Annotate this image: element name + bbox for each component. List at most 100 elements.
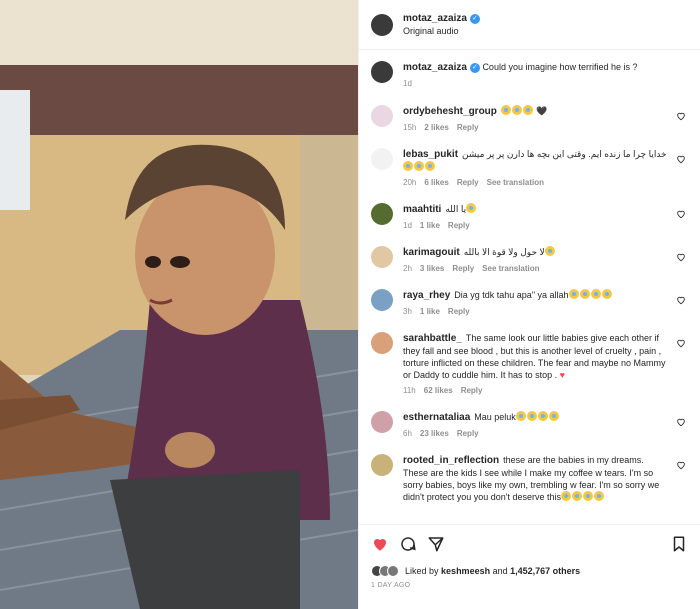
comments-list[interactable]: motaz_azaiza ✓ Could you imagine how ter… <box>359 51 700 524</box>
comment-text: Mau peluk <box>474 412 516 422</box>
comment-item: maahtiti يا الله 1d 1 like Reply <box>371 203 688 232</box>
comment-like-heart-icon[interactable] <box>676 295 686 305</box>
heart-emoji-icon: ♥ <box>557 370 565 380</box>
bookmark-icon[interactable] <box>670 535 688 553</box>
commenter-avatar[interactable] <box>371 148 393 170</box>
comment-item: rooted_in_reflection these are the babies… <box>371 454 688 503</box>
crying-emoji-icon <box>544 246 555 256</box>
commenter-avatar[interactable] <box>371 289 393 311</box>
crying-emoji-icon <box>425 161 435 171</box>
author-avatar[interactable] <box>371 13 393 36</box>
crying-emoji-icon <box>500 105 511 115</box>
comment-time: 6h <box>403 429 412 438</box>
verified-badge-icon: ✓ <box>469 13 480 24</box>
see-translation-button[interactable]: See translation <box>482 263 539 275</box>
crying-emoji-icon <box>511 105 522 115</box>
comment-likes[interactable]: 2 likes <box>424 122 448 134</box>
commenter-username[interactable]: maahtiti <box>403 204 441 215</box>
crying-emoji-icon <box>579 289 590 299</box>
commenter-username[interactable]: sarahbattle_ <box>403 333 462 344</box>
comment-item: ordybehesht_group 🖤 15h 2 likes Reply <box>371 105 688 134</box>
commenter-avatar[interactable] <box>371 454 393 476</box>
commenter-username[interactable]: karimagouit <box>403 247 460 258</box>
comment-time: 1d <box>403 221 412 230</box>
author-avatar[interactable] <box>371 61 393 83</box>
comment-like-heart-icon[interactable] <box>676 338 686 348</box>
crying-emoji-icon <box>594 491 605 501</box>
crying-emoji-icon <box>590 289 601 299</box>
comment-time: 11h <box>403 386 416 395</box>
author-username[interactable]: motaz_azaiza ✓ <box>403 13 480 24</box>
likes-count[interactable]: 1,452,767 others <box>510 566 580 576</box>
comment-like-heart-icon[interactable] <box>676 417 686 427</box>
commenter-avatar[interactable] <box>371 203 393 225</box>
reply-button[interactable]: Reply <box>448 306 470 318</box>
comment-likes[interactable]: 3 likes <box>420 263 444 275</box>
liker-avatars <box>371 565 399 577</box>
comment-like-heart-icon[interactable] <box>676 209 686 219</box>
reply-button[interactable]: Reply <box>452 263 474 275</box>
crying-emoji-icon <box>466 203 477 213</box>
reply-button[interactable]: Reply <box>457 428 479 440</box>
comment-text: Dia yg tdk tahu apa" ya allah <box>454 290 569 300</box>
post-caption: motaz_azaiza ✓ Could you imagine how ter… <box>371 61 688 90</box>
likes-summary: Liked by keshmeesh and 1,452,767 others <box>371 565 688 577</box>
comment-time: 15h <box>403 123 417 132</box>
comment-likes[interactable]: 1 like <box>420 306 440 318</box>
crying-emoji-icon <box>414 161 424 171</box>
comment-icon[interactable] <box>399 535 417 553</box>
crying-emoji-icon <box>572 491 583 501</box>
verified-badge-icon: ✓ <box>469 63 480 73</box>
post-side-panel: motaz_azaiza ✓ Original audio motaz_azai… <box>358 0 700 609</box>
comment-like-heart-icon[interactable] <box>676 154 686 164</box>
see-translation-button[interactable]: See translation <box>487 177 544 189</box>
crying-emoji-icon <box>568 289 579 299</box>
commenter-username[interactable]: lebas_pukit <box>403 149 458 160</box>
comment-time: 20h <box>403 178 417 187</box>
commenter-username[interactable]: ordybehesht_group <box>403 106 497 117</box>
comment-like-heart-icon[interactable] <box>676 111 686 121</box>
caption-text: Could you imagine how terrified he is ? <box>482 62 638 72</box>
crying-emoji-icon <box>526 411 537 421</box>
commenter-username[interactable]: raya_rhey <box>403 290 450 301</box>
comment-text: لا حول ولا قوة الا بالله <box>463 247 545 257</box>
comment-item: sarahbattle_ The same look our little bab… <box>371 332 688 397</box>
comment-item: raya_rhey Dia yg tdk tahu apa" ya allah 3h… <box>371 289 688 318</box>
comment-likes[interactable]: 6 likes <box>424 177 448 189</box>
audio-label[interactable]: Original audio <box>403 26 480 36</box>
comment-likes[interactable]: 1 like <box>420 220 440 232</box>
reply-button[interactable]: Reply <box>457 177 479 189</box>
comment-item: lebas_pukit خدایا چرا ما زنده ایم. وقتی ا… <box>371 148 688 189</box>
like-heart-icon[interactable] <box>371 535 389 553</box>
crying-emoji-icon <box>537 411 548 421</box>
commenter-avatar[interactable] <box>371 332 393 354</box>
crying-emoji-icon <box>548 411 559 421</box>
commenter-username[interactable]: esthernataliaa <box>403 412 470 423</box>
crying-emoji-icon <box>515 411 526 421</box>
comment-like-heart-icon[interactable] <box>676 252 686 262</box>
crying-emoji-icon <box>403 161 413 171</box>
comment-likes[interactable]: 23 likes <box>420 428 449 440</box>
crying-emoji-icon <box>601 289 612 299</box>
crying-emoji-icon <box>583 491 594 501</box>
share-icon[interactable] <box>427 535 445 553</box>
heart-emoji-icon: 🖤 <box>533 106 548 116</box>
post-date: 1 DAY AGO <box>371 582 411 589</box>
post-footer: Liked by keshmeesh and 1,452,767 others … <box>359 524 700 609</box>
reply-button[interactable]: Reply <box>461 385 483 397</box>
crying-emoji-icon <box>561 491 572 501</box>
reply-button[interactable]: Reply <box>448 220 470 232</box>
comment-likes[interactable]: 62 likes <box>424 385 453 397</box>
comment-text: خدایا چرا ما زنده ایم. وقتی این بچه ها د… <box>462 149 667 159</box>
commenter-username[interactable]: rooted_in_reflection <box>403 455 499 466</box>
comment-text: يا الله <box>445 204 467 214</box>
post-photo <box>0 0 358 609</box>
caption-username[interactable]: motaz_azaiza ✓ <box>403 62 480 74</box>
comment-time: 3h <box>403 307 412 316</box>
reply-button[interactable]: Reply <box>457 122 479 134</box>
comment-like-heart-icon[interactable] <box>676 460 686 470</box>
liker-username[interactable]: keshmeesh <box>441 566 490 576</box>
commenter-avatar[interactable] <box>371 411 393 433</box>
commenter-avatar[interactable] <box>371 246 393 268</box>
commenter-avatar[interactable] <box>371 105 393 127</box>
